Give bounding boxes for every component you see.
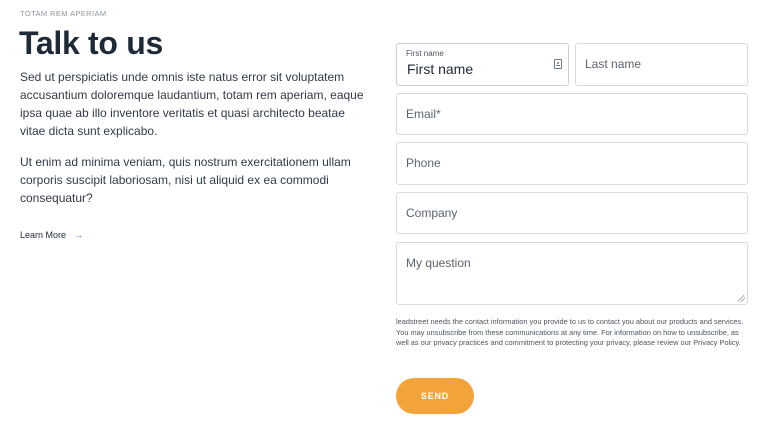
email-placeholder: Email* (406, 107, 441, 121)
question-placeholder: My question (406, 256, 471, 270)
intro-paragraph: Sed ut perspiciatis unde omnis iste natu… (20, 70, 364, 138)
phone-placeholder: Phone (406, 156, 441, 170)
company-placeholder: Company (406, 206, 458, 220)
page-title: Talk to us (19, 25, 163, 61)
arrow-right-icon: → (74, 230, 84, 240)
learn-more-label: Learn More (20, 230, 67, 240)
email-field[interactable]: Email* (396, 93, 748, 135)
first-name-value: First name (407, 61, 474, 77)
privacy-notice: leadstreet needs the contact information… (396, 317, 744, 347)
contact-card-icon[interactable] (554, 59, 562, 69)
question-textarea[interactable]: My question (396, 242, 748, 305)
first-name-field[interactable]: First name First name (396, 43, 569, 86)
send-button[interactable]: SEND (396, 378, 474, 414)
company-field[interactable]: Company (396, 192, 748, 234)
resize-handle-icon[interactable] (738, 295, 745, 302)
learn-more-link[interactable]: Learn More → (20, 230, 83, 240)
phone-field[interactable]: Phone (396, 142, 748, 185)
last-name-field[interactable]: Last name (575, 43, 748, 86)
last-name-placeholder: Last name (585, 57, 642, 71)
first-name-label: First name (406, 49, 444, 58)
section-eyebrow: TOTAM REM APERIAM (20, 9, 107, 18)
intro-paragraph-secondary: Ut enim ad minima veniam, quis nostrum e… (20, 155, 351, 205)
